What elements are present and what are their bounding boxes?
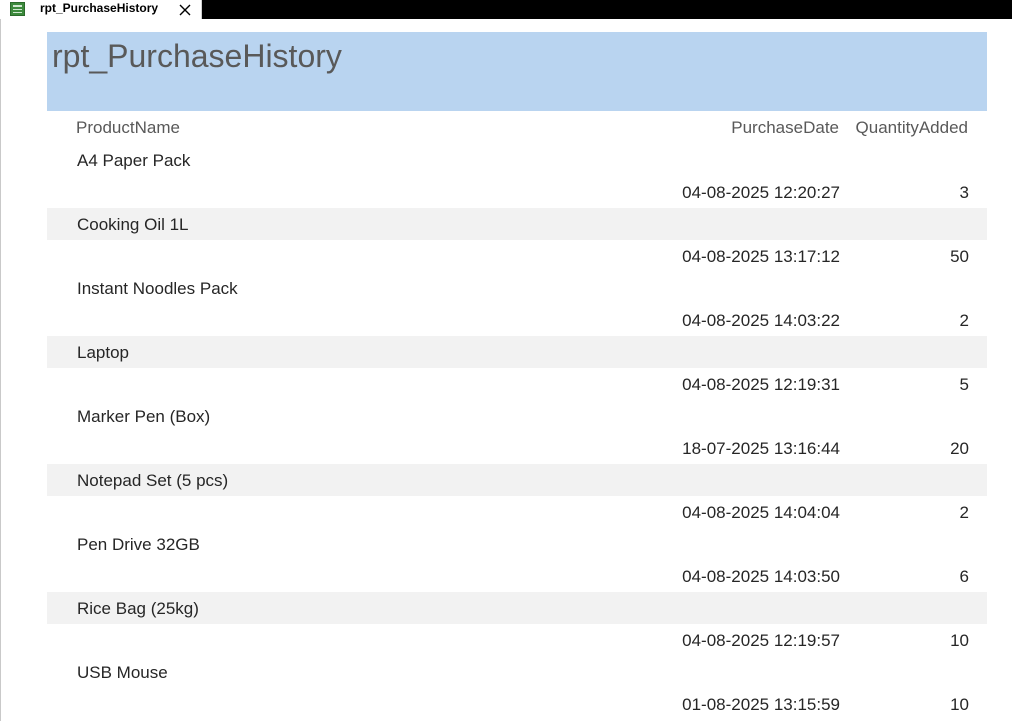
- report-record: Notepad Set (5 pcs) 04-08-2025 14:04:04 …: [47, 464, 987, 528]
- record-purchase-date: 18-07-2025 13:16:44: [682, 439, 840, 458]
- record-quantity: 5: [959, 375, 969, 394]
- record-product-name: Instant Noodles Pack: [77, 279, 238, 298]
- record-quantity: 3: [959, 183, 969, 202]
- record-quantity: 10: [950, 631, 969, 650]
- document-tab-bar: rpt_PurchaseHistory: [0, 0, 1012, 19]
- record-quantity: 6: [959, 567, 969, 586]
- record-purchase-date: 01-08-2025 13:15:59: [682, 695, 840, 714]
- record-product-name: Laptop: [77, 343, 129, 362]
- report-record: A4 Paper Pack 04-08-2025 12:20:27 3: [47, 144, 987, 208]
- report-icon: [10, 2, 25, 16]
- report-title: rpt_PurchaseHistory: [52, 38, 342, 74]
- tab-title: rpt_PurchaseHistory: [40, 1, 159, 15]
- column-header-purchasedate: PurchaseDate: [731, 118, 839, 137]
- record-product-name: Rice Bag (25kg): [77, 599, 199, 618]
- record-quantity: 2: [959, 503, 969, 522]
- record-quantity: 10: [950, 695, 969, 714]
- record-purchase-date: 04-08-2025 12:19:31: [682, 375, 840, 394]
- record-purchase-date: 04-08-2025 12:19:57: [682, 631, 840, 650]
- close-icon[interactable]: [178, 3, 192, 17]
- record-quantity: 50: [950, 247, 969, 266]
- record-product-name: USB Mouse: [77, 663, 168, 682]
- document-tab[interactable]: rpt_PurchaseHistory: [0, 0, 202, 19]
- record-product-name: Notepad Set (5 pcs): [77, 471, 229, 490]
- record-product-name: Pen Drive 32GB: [77, 535, 200, 554]
- record-product-name: A4 Paper Pack: [77, 151, 191, 170]
- record-quantity: 2: [959, 311, 969, 330]
- record-band: [47, 656, 987, 688]
- record-purchase-date: 04-08-2025 14:04:04: [682, 503, 840, 522]
- record-product-name: Marker Pen (Box): [77, 407, 211, 426]
- record-purchase-date: 04-08-2025 12:20:27: [682, 183, 840, 202]
- report-record: Rice Bag (25kg) 04-08-2025 12:19:57 10: [47, 592, 987, 656]
- record-purchase-date: 04-08-2025 14:03:50: [682, 567, 840, 586]
- record-quantity: 20: [950, 439, 969, 458]
- column-header-quantityadded: QuantityAdded: [855, 118, 968, 137]
- report-record: Pen Drive 32GB 04-08-2025 14:03:50 6: [47, 528, 987, 592]
- report-record: Marker Pen (Box) 18-07-2025 13:16:44 20: [47, 400, 987, 464]
- record-purchase-date: 04-08-2025 13:17:12: [682, 247, 840, 266]
- report-records: A4 Paper Pack 04-08-2025 12:20:27 3 Cook…: [47, 144, 987, 720]
- report-record: Cooking Oil 1L 04-08-2025 13:17:12 50: [47, 208, 987, 272]
- column-header-productname: ProductName: [76, 118, 180, 137]
- report-viewport[interactable]: rpt_PurchaseHistory ProductName Purchase…: [0, 19, 1012, 721]
- record-band: [47, 336, 987, 368]
- report-record: USB Mouse 01-08-2025 13:15:59 10: [47, 656, 987, 720]
- record-product-name: Cooking Oil 1L: [77, 215, 189, 234]
- report-header: rpt_PurchaseHistory: [47, 32, 987, 111]
- report-record: Instant Noodles Pack 04-08-2025 14:03:22…: [47, 272, 987, 336]
- report-record: Laptop 04-08-2025 12:19:31 5: [47, 336, 987, 400]
- record-purchase-date: 04-08-2025 14:03:22: [682, 311, 840, 330]
